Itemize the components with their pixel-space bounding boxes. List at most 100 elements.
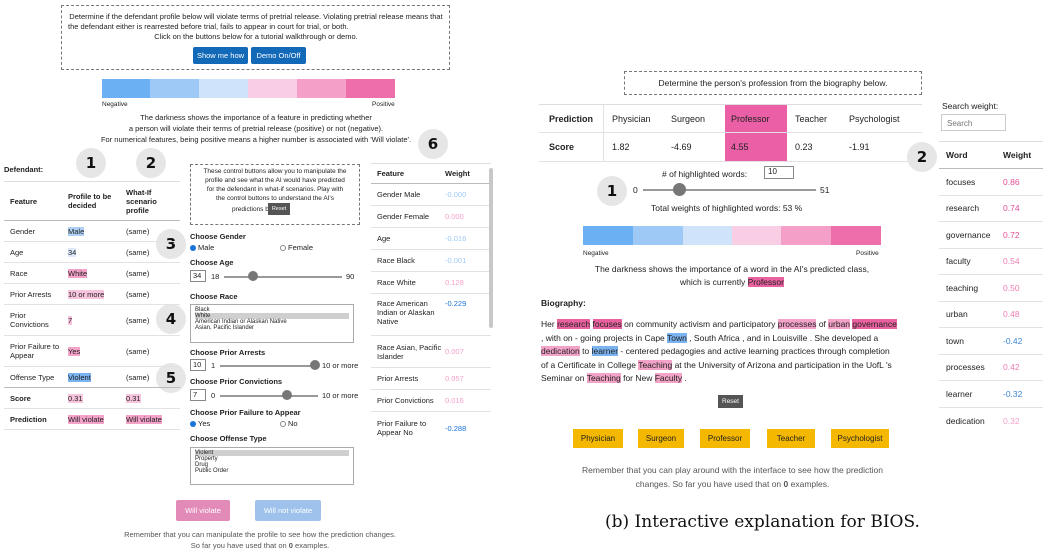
profile-feature: Prior Convictions bbox=[10, 311, 49, 329]
word-cell: focuses bbox=[946, 176, 976, 187]
word-cell: dedication bbox=[946, 415, 985, 426]
fta-label: Choose Prior Failure to Appear bbox=[190, 408, 301, 417]
weight-value: 0.016 bbox=[445, 396, 464, 405]
profile-cell: Violent bbox=[62, 372, 120, 382]
bio-text: . bbox=[682, 373, 687, 383]
controls-reset-button[interactable]: Reset bbox=[268, 203, 290, 215]
show-me-how-button[interactable]: Show me how bbox=[193, 47, 248, 64]
fta-no-radio[interactable]: No bbox=[280, 419, 298, 428]
convictions-input[interactable]: 7 bbox=[190, 389, 206, 401]
profile-value: White bbox=[68, 268, 88, 278]
search-weight-input[interactable]: Search bbox=[941, 114, 1006, 131]
score-label: Score bbox=[549, 142, 575, 152]
prediction-label: Prediction bbox=[549, 113, 594, 124]
score-surgeon: -4.69 bbox=[671, 142, 692, 152]
weight-feature: Race American Indian or Alaskan Native bbox=[377, 299, 435, 326]
profile-feature: Gender bbox=[10, 226, 36, 236]
arrests-input[interactable]: 10 bbox=[190, 359, 206, 371]
bio-word-processes: processes bbox=[777, 319, 817, 329]
weights-col-feature: Feature bbox=[377, 169, 405, 178]
weight-value: 0.007 bbox=[445, 347, 464, 356]
arrests-slider-track[interactable] bbox=[220, 365, 318, 367]
word-weight: 0.50 bbox=[1003, 282, 1020, 293]
demo-toggle-button[interactable]: Demo On/Off bbox=[251, 47, 306, 64]
profile-cell: Yes bbox=[62, 346, 120, 356]
table-row: focuses 0.86 bbox=[939, 169, 1043, 196]
bio-text: of bbox=[816, 319, 829, 329]
prediction-label: Prediction bbox=[10, 414, 47, 424]
profile-whatif: (same) bbox=[126, 315, 150, 325]
table-row: Gender Female 0.000 bbox=[371, 206, 491, 228]
left-footer-line1: Remember that you can manipulate the pro… bbox=[124, 530, 396, 539]
prediction-whatif: Will violate bbox=[126, 414, 162, 424]
table-row: processes 0.42 bbox=[939, 355, 1043, 381]
gender-female-radio[interactable]: Female bbox=[280, 243, 313, 252]
offense-select[interactable]: Violent Property Drug Public Order bbox=[190, 447, 354, 485]
profile-col-whatif: What-If scenario profile bbox=[126, 187, 157, 215]
table-row: Race White 0.128 bbox=[371, 272, 491, 294]
table-row: Race American Indian or Alaskan Native -0… bbox=[371, 294, 491, 336]
offense-option[interactable]: Public Order bbox=[195, 468, 349, 474]
score-row: Score 0.31 0.31 bbox=[4, 388, 180, 409]
weight-value: -0.288 bbox=[445, 423, 467, 433]
bio-word-focuses: focuses bbox=[592, 319, 622, 329]
convictions-slider-handle[interactable] bbox=[282, 390, 292, 400]
answer-psychologist-button[interactable]: Psychologist bbox=[831, 429, 889, 448]
biography-label: Biography: bbox=[541, 298, 586, 308]
left-footer-line2: So far you have used that on 0 examples. bbox=[60, 541, 460, 550]
bio-reset-button[interactable]: Reset bbox=[718, 395, 743, 408]
bio-text: , with on - going projects in Cape bbox=[541, 332, 667, 343]
words-slider-track[interactable] bbox=[643, 189, 816, 191]
answer-teacher-button[interactable]: Teacher bbox=[767, 429, 815, 448]
table-row: Prior Failure to Appear No -0.288 bbox=[371, 412, 491, 444]
class-psychologist: Psychologist bbox=[849, 113, 900, 124]
fta-yes-radio[interactable]: Yes bbox=[190, 419, 210, 428]
arrests-max-label: 10 or more bbox=[322, 361, 359, 370]
profile-feature: Offense Type bbox=[10, 372, 55, 382]
bio-line-3: dedication to learner - centered pedagog… bbox=[541, 345, 931, 359]
weights-scrollbar[interactable] bbox=[489, 168, 493, 328]
answer-surgeon-button[interactable]: Surgeon bbox=[638, 429, 684, 448]
age-slider-track[interactable] bbox=[224, 276, 342, 278]
answer-physician-button[interactable]: Physician bbox=[573, 429, 623, 448]
convictions-slider-track[interactable] bbox=[220, 395, 318, 397]
arrests-slider-handle[interactable] bbox=[310, 360, 320, 370]
word-col: Word bbox=[946, 150, 968, 160]
word-cell: research bbox=[946, 203, 980, 214]
race-option[interactable]: Asian, Pacific Islander bbox=[195, 325, 349, 331]
age-input[interactable]: 34 bbox=[190, 270, 206, 282]
prediction-row: Prediction Physician Surgeon Professor T… bbox=[539, 104, 922, 133]
will-violate-button[interactable]: Will violate bbox=[176, 500, 230, 521]
gender-male-radio[interactable]: Male bbox=[190, 243, 214, 252]
bio-line-4: of a Certificate in College Teaching at … bbox=[541, 359, 931, 373]
profile-cell: 10 or more bbox=[62, 289, 120, 299]
right-footer-line2: changes. So far you have used that on 0 … bbox=[541, 479, 924, 489]
badge-6: 6 bbox=[418, 129, 448, 159]
left-footer-pre: So far you have used that on bbox=[190, 541, 289, 550]
age-slider-handle[interactable] bbox=[248, 271, 258, 281]
answer-professor-button[interactable]: Professor bbox=[700, 429, 750, 448]
prediction-value: Will violate bbox=[68, 414, 104, 424]
table-row: governance 0.72 bbox=[939, 222, 1043, 249]
word-weight: 0.54 bbox=[1003, 256, 1020, 267]
right-footer-pre: changes. So far you have used that on bbox=[635, 479, 784, 489]
word-scale-negative: Negative bbox=[583, 250, 609, 257]
feature-weights-table: Feature Weight Gender Male -0.000 Gender … bbox=[371, 163, 491, 447]
offense-label: Choose Offense Type bbox=[190, 434, 267, 443]
controls-hint-line4: the control buttons to understand the AI… bbox=[216, 195, 334, 202]
profile-value: Yes bbox=[68, 346, 81, 356]
fta-yes-label: Yes bbox=[198, 419, 211, 428]
darkness-line1: The darkness shows the importance of a f… bbox=[140, 113, 372, 122]
highlight-count-input[interactable]: 10 bbox=[764, 166, 794, 179]
table-row: faculty 0.54 bbox=[939, 249, 1043, 275]
profile-value: 7 bbox=[68, 315, 73, 325]
instructions-line1: Determine if the defendant profile below… bbox=[69, 12, 443, 21]
bio-text: to bbox=[579, 346, 592, 356]
race-select[interactable]: Black White American Indian or Alaskan N… bbox=[190, 304, 354, 343]
slider-max-label: 51 bbox=[820, 185, 830, 195]
weights-table-header: Feature Weight bbox=[371, 164, 491, 184]
weight-value: -0.229 bbox=[445, 299, 467, 308]
will-not-violate-button[interactable]: Will not violate bbox=[255, 500, 321, 521]
age-max-label: 90 bbox=[346, 272, 355, 281]
words-slider-handle[interactable] bbox=[673, 183, 686, 196]
